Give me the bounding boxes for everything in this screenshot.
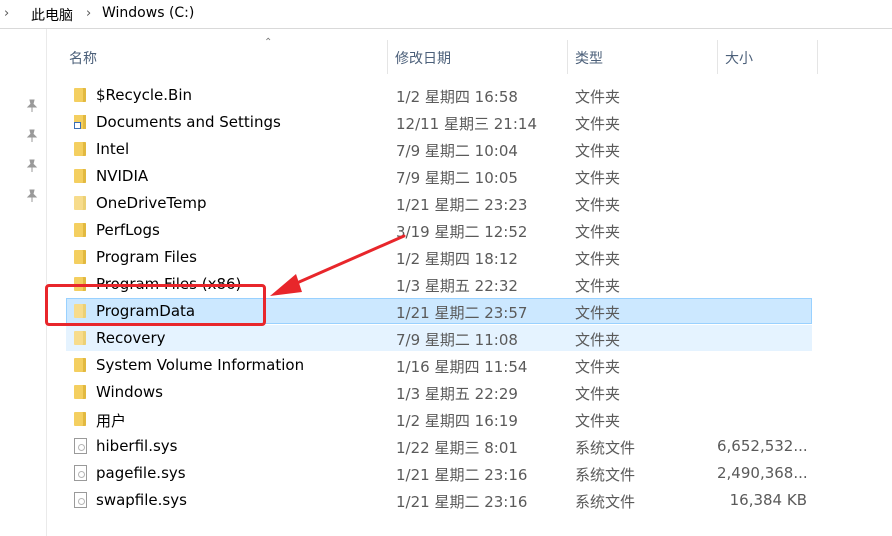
column-divider[interactable] (817, 40, 818, 74)
file-row[interactable]: Windows 1/3 星期五 22:29 文件夹 (66, 379, 812, 405)
navigation-pane (0, 29, 47, 536)
system-file-icon (74, 492, 87, 508)
file-size: 16,384 KB (729, 491, 807, 509)
file-row[interactable]: Documents and Settings 12/11 星期三 21:14 文… (66, 109, 812, 135)
file-type: 文件夹 (575, 385, 621, 403)
file-row[interactable]: Intel 7/9 星期二 10:04 文件夹 (66, 136, 812, 162)
sort-ascending-icon: ⌃ (264, 37, 273, 48)
file-date: 1/21 星期二 23:57 (396, 304, 528, 322)
address-bar[interactable]: › 此电脑 › Windows (C:) (0, 0, 892, 29)
breadcrumb-drive-c[interactable]: Windows (C:) (102, 5, 194, 21)
file-date: 1/2 星期四 16:19 (396, 412, 518, 430)
system-file-icon (74, 438, 87, 454)
file-row-hover[interactable]: Recovery 7/9 星期二 11:08 文件夹 (66, 325, 812, 351)
file-date: 1/2 星期四 18:12 (396, 250, 518, 268)
file-date: 12/11 星期三 21:14 (396, 115, 537, 133)
file-type: 文件夹 (575, 358, 621, 376)
file-size: 2,490,368... (717, 464, 808, 482)
file-row[interactable]: pagefile.sys 1/21 星期二 23:16 系统文件 2,490,3… (66, 460, 812, 486)
file-row[interactable]: Program Files 1/2 星期四 18:12 文件夹 (66, 244, 812, 270)
file-row[interactable]: swapfile.sys 1/21 星期二 23:16 系统文件 16,384 … (66, 487, 812, 513)
folder-shortcut-icon (74, 115, 86, 129)
file-date: 7/9 星期二 10:04 (396, 142, 518, 160)
file-row[interactable]: OneDriveTemp 1/21 星期二 23:23 文件夹 (66, 190, 812, 216)
folder-icon (74, 412, 86, 426)
file-date: 1/21 星期二 23:16 (396, 493, 528, 511)
folder-icon (74, 385, 86, 399)
chevron-right-icon[interactable]: › (86, 6, 91, 21)
file-row[interactable]: NVIDIA 7/9 星期二 10:05 文件夹 (66, 163, 812, 189)
pin-icon[interactable] (26, 129, 38, 143)
file-date: 1/3 星期五 22:29 (396, 385, 518, 403)
file-type: 系统文件 (575, 439, 636, 457)
file-size: 6,652,532... (717, 437, 808, 455)
file-date: 3/19 星期二 12:52 (396, 223, 528, 241)
file-type: 文件夹 (575, 196, 621, 214)
file-date: 1/21 星期二 23:23 (396, 196, 528, 214)
file-date: 1/3 星期五 22:32 (396, 277, 518, 295)
file-date: 1/2 星期四 16:58 (396, 88, 518, 106)
column-header-date[interactable]: 修改日期 (395, 48, 451, 68)
pin-icon[interactable] (26, 99, 38, 113)
file-type: 文件夹 (575, 169, 621, 187)
column-divider[interactable] (717, 40, 718, 74)
column-divider[interactable] (567, 40, 568, 74)
file-name: Recovery (96, 329, 166, 347)
file-row[interactable]: hiberfil.sys 1/22 星期三 8:01 系统文件 6,652,53… (66, 433, 812, 459)
file-name: Windows (96, 383, 163, 401)
folder-icon (74, 331, 86, 345)
folder-icon (74, 196, 86, 210)
file-row[interactable]: System Volume Information 1/16 星期四 11:54… (66, 352, 812, 378)
file-name: Program Files (96, 248, 197, 266)
annotation-highlight-box (45, 284, 266, 326)
file-type: 文件夹 (575, 223, 621, 241)
file-name: swapfile.sys (96, 491, 187, 509)
file-type: 系统文件 (575, 493, 636, 511)
folder-icon (74, 142, 86, 156)
breadcrumb-this-pc[interactable]: 此电脑 (31, 5, 73, 25)
column-header-size[interactable]: 大小 (725, 48, 753, 68)
file-date: 1/21 星期二 23:16 (396, 466, 528, 484)
column-header-name[interactable]: 名称 (69, 48, 97, 68)
file-row[interactable]: PerfLogs 3/19 星期二 12:52 文件夹 (66, 217, 812, 243)
file-date: 1/22 星期三 8:01 (396, 439, 518, 457)
file-name: OneDriveTemp (96, 194, 207, 212)
file-name: PerfLogs (96, 221, 160, 239)
file-name: Documents and Settings (96, 113, 281, 131)
file-row[interactable]: 用户 1/2 星期四 16:19 文件夹 (66, 406, 812, 432)
file-name: System Volume Information (96, 356, 305, 374)
file-name: $Recycle.Bin (96, 86, 193, 104)
column-header-type[interactable]: 类型 (575, 48, 603, 68)
system-file-icon (74, 465, 87, 481)
file-type: 文件夹 (575, 88, 621, 106)
column-divider[interactable] (387, 40, 388, 74)
folder-icon (74, 88, 86, 102)
file-date: 7/9 星期二 10:05 (396, 169, 518, 187)
pin-icon[interactable] (26, 189, 38, 203)
folder-icon (74, 358, 86, 372)
file-name: hiberfil.sys (96, 437, 178, 455)
pin-icon[interactable] (26, 159, 38, 173)
file-type: 文件夹 (575, 304, 621, 322)
file-type: 文件夹 (575, 142, 621, 160)
file-type: 文件夹 (575, 115, 621, 133)
file-type: 文件夹 (575, 277, 621, 295)
file-date: 1/16 星期四 11:54 (396, 358, 528, 376)
file-type: 文件夹 (575, 331, 621, 349)
file-name: pagefile.sys (96, 464, 186, 482)
folder-icon (74, 223, 86, 237)
folder-icon (74, 169, 86, 183)
file-row[interactable]: $Recycle.Bin 1/2 星期四 16:58 文件夹 (66, 82, 812, 108)
file-type: 系统文件 (575, 466, 636, 484)
column-header: ⌃ 名称 修改日期 类型 大小 (46, 29, 892, 74)
file-name: NVIDIA (96, 167, 149, 185)
file-name: 用户 (96, 412, 127, 430)
folder-icon (74, 250, 86, 264)
file-name: Intel (96, 140, 130, 158)
chevron-right-icon[interactable]: › (4, 6, 9, 21)
file-date: 7/9 星期二 11:08 (396, 331, 518, 349)
file-type: 文件夹 (575, 412, 621, 430)
file-type: 文件夹 (575, 250, 621, 268)
